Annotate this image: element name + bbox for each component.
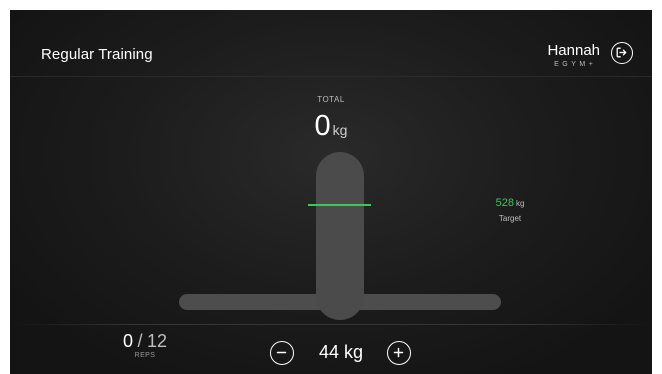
weight-value: 44 [318, 342, 339, 362]
target-line [308, 204, 371, 206]
reps-label: REPS [134, 352, 156, 359]
user-name: Hannah [547, 42, 600, 59]
brand-logo: EGYM+ [554, 61, 597, 68]
target-label: Target [498, 214, 522, 223]
weight-display: 44 kg [308, 342, 374, 363]
footer-divider [10, 324, 652, 325]
target-indicator: 528 kg Target [480, 193, 540, 223]
total-weight: 0 kg [10, 110, 652, 143]
reps-total: 12 [146, 331, 167, 351]
logout-icon [616, 47, 627, 58]
decrease-weight-button[interactable] [270, 341, 294, 365]
minus-icon [276, 351, 287, 354]
header-bar: Regular Training Hannah EGYM+ [10, 10, 652, 77]
total-label: TOTAL [317, 95, 345, 104]
weight-stepper: 44 kg [270, 341, 411, 365]
force-column [316, 152, 364, 320]
weight-unit: kg [344, 342, 364, 362]
target-value: 528 [495, 197, 514, 209]
reps-current: 0 [123, 331, 134, 351]
training-screen: Regular Training Hannah EGYM+ TOTAL 0 kg … [10, 10, 652, 374]
target-unit: kg [515, 199, 525, 208]
logout-button[interactable] [611, 42, 633, 64]
reps-counter: 0 / 12 REPS [100, 331, 190, 359]
total-value: 0 [314, 110, 331, 142]
reps-value: 0 / 12 [100, 331, 190, 352]
reps-separator: / [137, 331, 143, 351]
user-profile: Hannah EGYM+ [547, 42, 600, 69]
plus-icon [393, 347, 404, 358]
page-title: Regular Training [41, 46, 153, 63]
total-unit: kg [332, 122, 348, 138]
target-weight: 528 kg [480, 193, 540, 211]
increase-weight-button[interactable] [387, 341, 411, 365]
